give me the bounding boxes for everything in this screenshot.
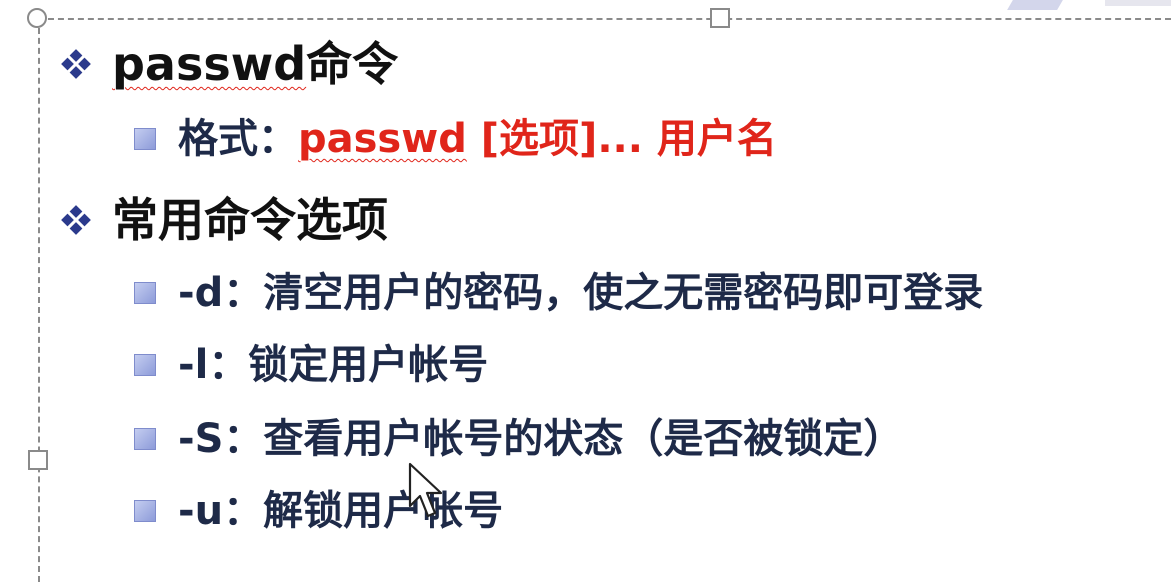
square-bullet-icon [134, 428, 156, 450]
square-bullet-icon [134, 500, 156, 522]
diamond-bullet-icon [60, 204, 92, 236]
option-item[interactable]: -S：查看用户帐号的状态（是否被锁定） [134, 414, 903, 464]
diamond-bullet-icon [60, 48, 92, 80]
slide-canvas: passwd 命令 格式： passwd [选项]... 用户名 常用命令选项 … [0, 0, 1171, 582]
option-item[interactable]: -d：清空用户的密码，使之无需密码即可登录 [134, 268, 983, 318]
option-text: -S：查看用户帐号的状态（是否被锁定） [178, 416, 904, 462]
square-bullet-icon [134, 282, 156, 304]
title-bullet-line[interactable]: passwd 命令 [60, 36, 398, 92]
format-command: passwd [298, 116, 467, 162]
title-suffix: 命令 [306, 37, 399, 91]
rotate-handle-icon[interactable] [27, 8, 47, 28]
options-heading: 常用命令选项 [112, 193, 388, 247]
options-heading-line[interactable]: 常用命令选项 [60, 192, 388, 248]
option-text: -l：锁定用户帐号 [178, 342, 489, 388]
corner-decoration-strip [1105, 0, 1171, 6]
format-syntax: [选项]... 用户名 [466, 116, 777, 162]
option-text: -d：清空用户的密码，使之无需密码即可登录 [178, 270, 984, 316]
square-bullet-icon [134, 354, 156, 376]
resize-handle-left[interactable] [28, 450, 48, 470]
option-text: -u：解锁用户帐号 [178, 488, 504, 534]
format-label: 格式： [178, 116, 298, 162]
command-name: passwd [112, 37, 307, 91]
option-item[interactable]: -l：锁定用户帐号 [134, 340, 488, 390]
textbox-selection-border-top [38, 18, 1171, 20]
textbox-selection-border-left [38, 18, 40, 582]
corner-decoration [1007, 0, 1063, 10]
mouse-pointer-icon [408, 462, 443, 518]
square-bullet-icon [134, 128, 156, 150]
format-line[interactable]: 格式： passwd [选项]... 用户名 [134, 114, 777, 164]
resize-handle-top[interactable] [710, 8, 730, 28]
